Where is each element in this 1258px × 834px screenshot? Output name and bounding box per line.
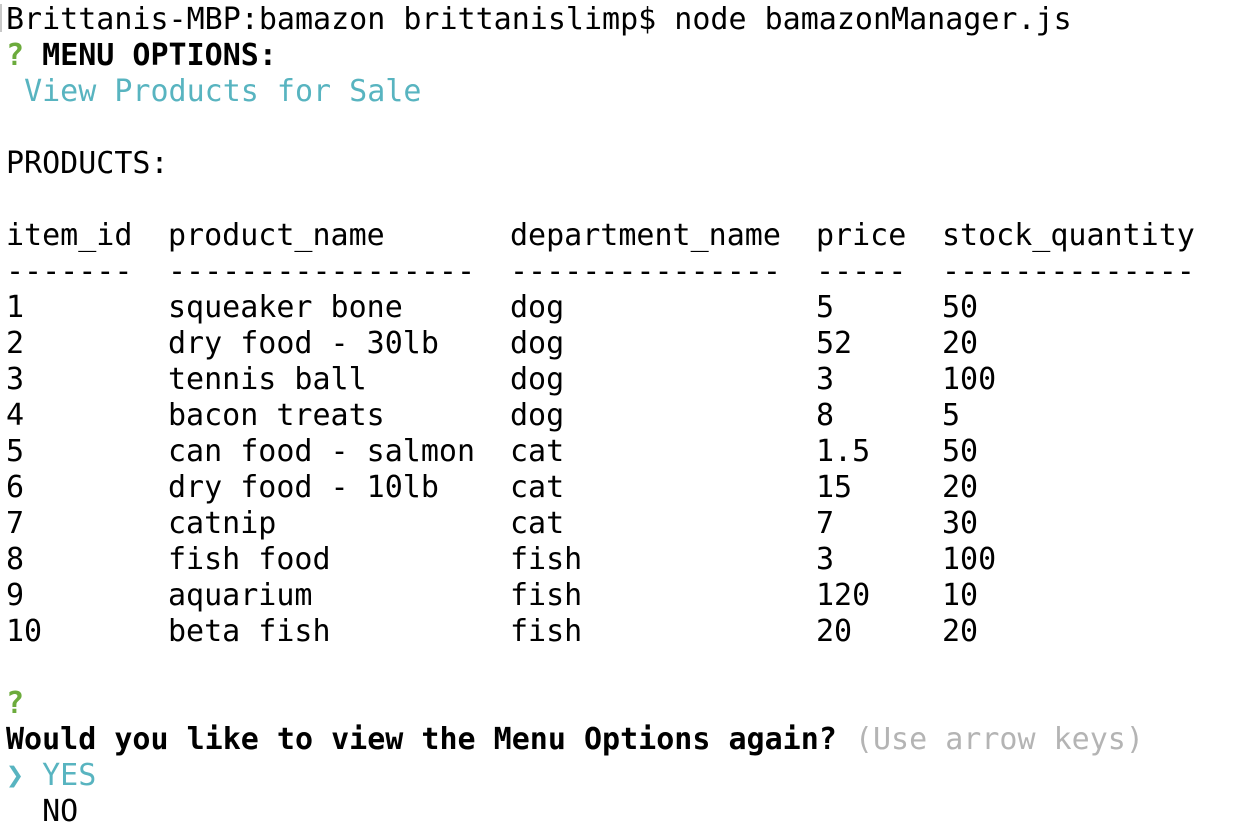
option-no-label: NO (42, 794, 79, 829)
cell-stock-quantity: 100 (942, 362, 997, 397)
cell-product-name: catnip (168, 506, 277, 541)
separator-price: ----- (816, 254, 907, 289)
cell-department-name: cat (510, 470, 565, 505)
cell-price: 5 (816, 290, 835, 325)
followup-question-line: Would you like to view the Menu Options … (6, 722, 1144, 758)
separator-item-id: ------- (6, 254, 133, 289)
shell-prompt-line: Brittanis-MBP:bamazon brittanislimp$ nod… (6, 2, 1072, 37)
cell-price: 3 (816, 362, 835, 397)
cell-department-name: dog (510, 326, 565, 361)
followup-question: Would you like to view the Menu Options … (6, 722, 837, 757)
cell-item-id: 5 (6, 434, 25, 469)
cell-price: 7 (816, 506, 835, 541)
selection-pointer-icon: ❯ (6, 758, 25, 793)
terminal-window[interactable]: Brittanis-MBP:bamazon brittanislimp$ nod… (0, 0, 1258, 834)
column-header-department-name: department_name (510, 218, 781, 253)
cell-stock-quantity: 100 (942, 542, 997, 577)
separator-department-name: --------------- (510, 254, 781, 289)
column-header-stock-quantity: stock_quantity (942, 218, 1195, 253)
question-mark-icon: ? (6, 38, 25, 73)
text-cursor-marker (0, 4, 2, 32)
cell-department-name: dog (510, 398, 565, 433)
cell-item-id: 7 (6, 506, 25, 541)
cell-product-name: can food - salmon (168, 434, 476, 469)
cell-product-name: dry food - 30lb (168, 326, 439, 361)
cell-item-id: 2 (6, 326, 25, 361)
cell-price: 120 (816, 578, 871, 613)
option-yes[interactable]: ❯ YES (6, 758, 96, 794)
cell-stock-quantity: 20 (942, 614, 979, 649)
arrow-keys-hint: (Use arrow keys) (854, 722, 1144, 757)
option-no[interactable]: NO (6, 794, 78, 830)
cell-stock-quantity: 5 (942, 398, 961, 433)
menu-answer: View Products for Sale (24, 74, 422, 109)
cell-price: 8 (816, 398, 835, 433)
products-heading: PRODUCTS: (6, 146, 169, 181)
cell-price: 1.5 (816, 434, 871, 469)
cell-item-id: 10 (6, 614, 43, 649)
cell-stock-quantity: 50 (942, 434, 979, 469)
cell-department-name: fish (510, 578, 583, 613)
menu-options-label: MENU OPTIONS: (42, 38, 277, 73)
menu-options-line: ? MENU OPTIONS: (6, 38, 277, 74)
cell-product-name: bacon treats (168, 398, 385, 433)
cell-product-name: squeaker bone (168, 290, 403, 325)
cell-item-id: 3 (6, 362, 25, 397)
cell-product-name: fish food (168, 542, 331, 577)
cell-product-name: dry food - 10lb (168, 470, 439, 505)
cell-department-name: cat (510, 434, 565, 469)
column-header-price: price (816, 218, 907, 253)
cell-department-name: dog (510, 290, 565, 325)
cell-price: 20 (816, 614, 853, 649)
cell-product-name: tennis ball (168, 362, 367, 397)
cell-stock-quantity: 30 (942, 506, 979, 541)
cell-item-id: 1 (6, 290, 25, 325)
cell-department-name: cat (510, 506, 565, 541)
cell-item-id: 4 (6, 398, 25, 433)
cell-stock-quantity: 20 (942, 326, 979, 361)
cell-price: 52 (816, 326, 853, 361)
option-yes-label: YES (42, 758, 97, 793)
cell-product-name: aquarium (168, 578, 313, 613)
cell-stock-quantity: 50 (942, 290, 979, 325)
separator-stock-quantity: -------------- (942, 254, 1195, 289)
cell-department-name: fish (510, 542, 583, 577)
cell-item-id: 8 (6, 542, 25, 577)
cell-stock-quantity: 10 (942, 578, 979, 613)
cell-item-id: 6 (6, 470, 25, 505)
column-header-item-id: item_id (6, 218, 133, 253)
cell-department-name: dog (510, 362, 565, 397)
cell-stock-quantity: 20 (942, 470, 979, 505)
menu-answer-line: View Products for Sale (6, 74, 421, 110)
cell-price: 15 (816, 470, 853, 505)
cell-product-name: beta fish (168, 614, 331, 649)
cell-department-name: fish (510, 614, 583, 649)
separator-product-name: ----------------- (168, 254, 476, 289)
column-header-product-name: product_name (168, 218, 385, 253)
question-mark-icon: ? (6, 686, 25, 721)
cell-item-id: 9 (6, 578, 25, 613)
cell-price: 3 (816, 542, 835, 577)
